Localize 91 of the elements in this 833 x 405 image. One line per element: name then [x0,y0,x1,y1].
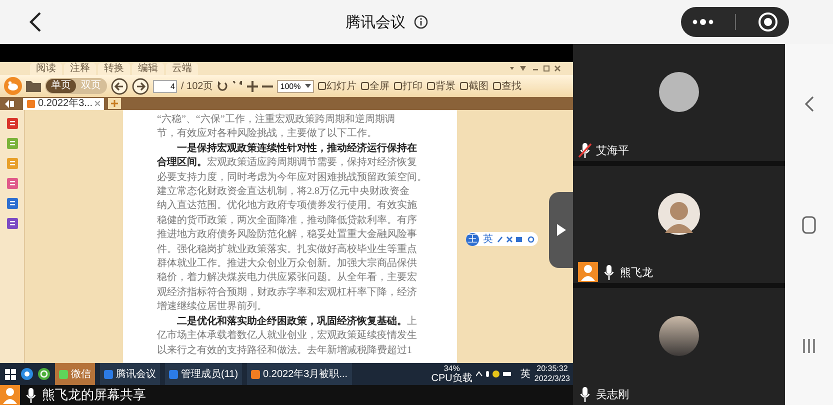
caret-icon [304,84,311,88]
browser-icon[interactable] [21,368,33,380]
document-line: 稳健的货币政策，两次全面降准，推动降低贷款利率。有序 [157,214,417,228]
toolbar-tool-button[interactable]: 背景 [426,79,456,93]
close-icon[interactable] [95,101,100,106]
participant-tile[interactable]: 艾海平 [573,44,785,161]
window-controls-icon[interactable] [509,64,561,72]
windows-start-icon[interactable] [5,368,16,380]
taskbar-app-button[interactable]: 微信 [55,363,95,385]
previous-page-icon[interactable] [111,78,128,94]
menu-tab[interactable]: 编辑 [132,62,164,74]
document-line: 一是保持宏观政策连续性针对性，推动经济运行保持在 [176,142,417,156]
sidebar-tool-icon[interactable] [6,198,18,209]
back-icon[interactable] [28,11,42,33]
next-page-icon[interactable] [132,78,149,94]
cpu-label: CPU负载 [431,374,472,384]
home-icon[interactable] [802,216,816,234]
toolbar-tool-button[interactable]: 查找 [492,79,522,93]
record-icon[interactable] [758,12,778,32]
sidebar-tool-icon[interactable] [6,218,18,229]
document-line: 合理区间。宏观政策适应跨周期调节需要，保持对经济恢复 [157,156,417,170]
participant-name: 吴志刚 [596,388,629,402]
more-icon[interactable] [692,18,714,26]
security-app-icon[interactable] [38,368,50,380]
sidebar-toggle-icon[interactable] [5,100,15,108]
participant-name: 熊飞龙 [620,266,653,280]
user-avatar-icon [0,385,20,405]
zoom-in-icon[interactable] [247,80,258,92]
zoom-dropdown[interactable]: 100% [277,80,314,92]
page-count: / 102页 [181,80,214,93]
document-line: 稳价，着力解决煤炭电力供应紧张问题。从全年看，主要宏 [157,271,417,286]
participant-tile[interactable]: 熊飞龙 [573,166,785,283]
clock-time: 20:35:32 [536,364,568,374]
document-line: 二是优化和落实助企纾困政策，巩固经济恢复基础。上 [176,314,417,329]
ime-tools-icon [497,236,535,242]
user-avatar-icon [578,262,598,282]
recent-apps-icon[interactable] [803,338,815,353]
folder-icon[interactable] [26,80,41,92]
toolbar-tool-button[interactable]: 幻灯片 [318,79,357,93]
microphone-icon [26,388,36,402]
page-input[interactable]: 4 [153,80,177,92]
taskbar-app-button[interactable]: 管理成员(11) [165,363,242,385]
app-icon [251,370,260,378]
rotate-left-icon[interactable] [217,80,228,92]
app-icon [59,370,68,378]
document-line: 亿市场主体承载着数亿人就业创业，宏观政策延续疫情发生 [157,329,417,344]
taskbar-app-button[interactable]: 0.2022年3月被职... [247,363,352,385]
photo-placeholder [659,316,699,356]
toolbar-tool-button[interactable]: 全屏 [360,79,390,93]
toolbar-tool-button[interactable]: 截图 [460,79,489,93]
document-line: 以来行之有效的支持路径和做法。去年新增减税降费超过1 [157,344,412,358]
participant-name: 艾海平 [596,144,629,158]
menu-tab[interactable]: 云端 [166,62,198,74]
document-line: 观经济指标符合预期，财政赤字率和宏观杠杆率下降，经济 [157,286,417,300]
ime-indicator[interactable]: 英 [520,367,530,381]
taskbar-app-button[interactable]: 腾讯会议 [100,363,160,385]
play-arrow-icon [556,224,566,236]
toolbar-tool-button[interactable]: 打印 [394,79,423,93]
sidebar-tool-icon[interactable] [6,178,18,189]
document-line: 必要支持力度，同时考虑为今年应对困难挑战预留政策空间。 [157,170,427,185]
app-logo-icon [4,77,22,95]
participant-tile[interactable]: 吴志刚 [573,288,785,405]
meeting-title: 腾讯会议 [346,12,406,32]
screen-share-label: 熊飞龙的屏幕共享 [42,386,146,404]
ime-logo: 王 [466,232,479,246]
new-tab-icon[interactable] [108,98,122,109]
menu-tab[interactable]: 注释 [64,62,96,74]
ime-mode: 英 [483,232,493,246]
input-method-bar[interactable]: 王 英 [466,232,538,246]
menu-tab[interactable]: 阅读 [30,62,62,74]
pdf-file-icon [27,100,35,108]
clock-date: 2022/3/23 [534,374,570,384]
document-line: 增速继续位居世界前列。 [157,300,267,314]
menu-tab[interactable]: 转换 [98,62,130,74]
collapse-handle[interactable] [549,192,573,268]
document-line: 件。强化稳岗扩就业政策落实。扎实做好高校毕业生等重点 [157,242,417,257]
document-line: 建立常态化财政资金直达机制，将2.8万亿元中央财政资金 [157,185,410,200]
app-icon [104,370,113,378]
document-line: 纳入直达范围。优化地方政府专项债券发行使用。有效实施 [157,199,417,214]
sidebar-tool-icon[interactable] [6,118,18,129]
document-line: “六稳”、“六保”工作，注重宏观政策跨周期和逆周期调 [157,113,395,127]
cpu-percent: 34% [444,364,460,373]
info-icon[interactable] [414,15,428,29]
photo-placeholder [659,72,699,112]
document-line: 推进地方政府债务风险防范化解，稳妥处置重大金融风险事 [157,228,417,242]
document-line: 群体就业工作。推进大众创业万众创新。加强大宗商品保供 [157,257,417,272]
view-mode-button[interactable]: 单页 [46,79,76,93]
app-icon [169,370,178,378]
document-tab[interactable]: 0.2022年3... [23,98,104,110]
avatar-silhouette-icon [658,192,700,234]
document-line: 节，有效应对各种风险挑战，主要做了以下工作。 [157,127,377,142]
